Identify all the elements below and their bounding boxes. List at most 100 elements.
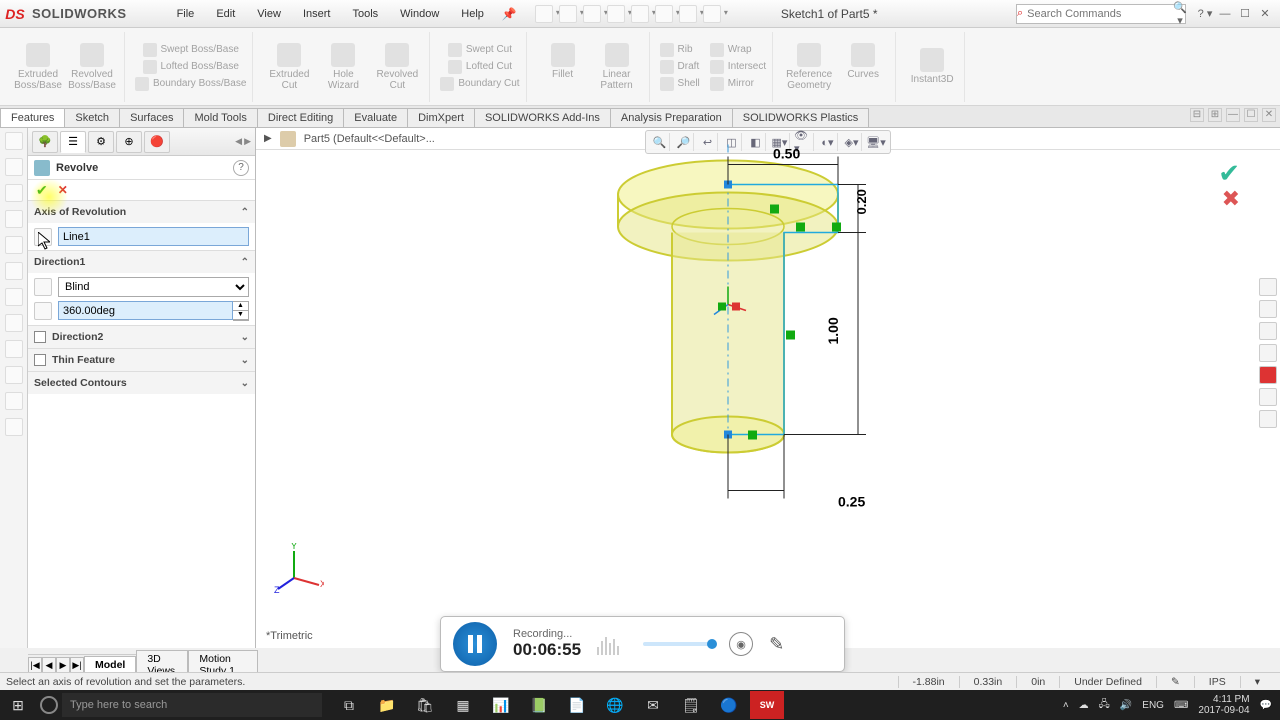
angle-spinner[interactable]: ▲▼: [233, 301, 249, 321]
tab-addins[interactable]: SOLIDWORKS Add-Ins: [474, 108, 611, 127]
angle-input[interactable]: [58, 301, 233, 320]
qa-undo-icon[interactable]: [631, 5, 649, 23]
tab-nav-prev-icon[interactable]: ◀: [42, 657, 56, 673]
tab-surfaces[interactable]: Surfaces: [119, 108, 184, 127]
taskpane-library-icon[interactable]: [1259, 322, 1277, 340]
revolved-boss-button[interactable]: RevolvedBoss/Base: [66, 43, 118, 91]
tab-dimxpert[interactable]: DimXpert: [407, 108, 475, 127]
tab-analysis[interactable]: Analysis Preparation: [610, 108, 733, 127]
taskbar-search[interactable]: Type here to search: [62, 693, 322, 717]
tab-direct-editing[interactable]: Direct Editing: [257, 108, 344, 127]
tab-nav-first-icon[interactable]: |◀: [28, 657, 42, 673]
cortana-icon[interactable]: [40, 696, 58, 714]
taskbar-solidworks-icon[interactable]: SW: [750, 691, 784, 719]
status-edit-icon[interactable]: ✎: [1156, 676, 1194, 688]
menu-file[interactable]: File: [167, 4, 205, 24]
tab-mold-tools[interactable]: Mold Tools: [183, 108, 257, 127]
tray-onedrive-icon[interactable]: ☁: [1079, 700, 1089, 711]
qa-new-icon[interactable]: [535, 5, 553, 23]
status-units[interactable]: IPS: [1194, 676, 1240, 688]
revolved-cut-button[interactable]: RevolvedCut: [371, 43, 423, 91]
taskbar-notes-icon[interactable]: 🗒: [674, 691, 708, 719]
breadcrumb[interactable]: Part5 (Default<<Default>...: [304, 133, 435, 145]
taskbar-mail-icon[interactable]: ✉: [636, 691, 670, 719]
taskpane-appearance-icon[interactable]: [1259, 366, 1277, 384]
qa-save-icon[interactable]: [583, 5, 601, 23]
pause-recording-button[interactable]: [453, 622, 497, 666]
tab-plastics[interactable]: SOLIDWORKS Plastics: [732, 108, 870, 127]
menu-tools[interactable]: Tools: [342, 4, 388, 24]
menu-view[interactable]: View: [247, 4, 291, 24]
tab-features[interactable]: Features: [0, 108, 65, 127]
left-tool-7[interactable]: [5, 288, 23, 306]
qa-print-icon[interactable]: [607, 5, 625, 23]
mic-volume-slider[interactable]: [643, 642, 713, 646]
left-tool-6[interactable]: [5, 262, 23, 280]
left-tool-5[interactable]: [5, 236, 23, 254]
boundary-boss-button[interactable]: Boundary Boss/Base: [135, 77, 246, 91]
taskpane-home-icon[interactable]: [1259, 278, 1277, 296]
left-tool-12[interactable]: [5, 418, 23, 436]
menu-help[interactable]: Help: [451, 4, 494, 24]
taskbar-store-icon[interactable]: 🛍: [408, 691, 442, 719]
reference-geometry-button[interactable]: ReferenceGeometry: [783, 43, 835, 91]
wrap-button[interactable]: Wrap: [710, 43, 766, 57]
minimize-icon[interactable]: —: [1216, 5, 1234, 23]
section-axis-header[interactable]: Axis of Revolution⌃: [28, 201, 255, 223]
reverse-direction-icon[interactable]: [34, 278, 52, 296]
section-direction1-header[interactable]: Direction1⌃: [28, 251, 255, 273]
tray-notifications-icon[interactable]: 💬: [1260, 700, 1272, 711]
qa-select-icon[interactable]: [655, 5, 673, 23]
tray-clock[interactable]: 4:11 PM2017-09-04: [1198, 694, 1249, 716]
taskbar-app3-icon[interactable]: 📗: [522, 691, 556, 719]
section-contours-header[interactable]: Selected Contours⌄: [28, 372, 255, 394]
shell-button[interactable]: Shell: [660, 77, 700, 91]
qa-rebuild-icon[interactable]: [679, 5, 697, 23]
left-tool-1[interactable]: [5, 132, 23, 150]
view-triad[interactable]: Y X Z: [274, 543, 324, 596]
left-tool-10[interactable]: [5, 366, 23, 384]
linear-pattern-button[interactable]: LinearPattern: [591, 43, 643, 91]
help-dropdown-icon[interactable]: ? ▾: [1196, 5, 1214, 23]
viewport-ok-icon[interactable]: ✔: [1218, 158, 1240, 189]
extruded-cut-button[interactable]: ExtrudedCut: [263, 43, 315, 91]
swept-boss-button[interactable]: Swept Boss/Base: [143, 43, 239, 57]
mirror-button[interactable]: Mirror: [710, 77, 766, 91]
pin-icon[interactable]: 📌: [502, 7, 517, 21]
qa-open-icon[interactable]: [559, 5, 577, 23]
taskbar-app1-icon[interactable]: ▦: [446, 691, 480, 719]
left-tool-3[interactable]: [5, 184, 23, 202]
thin-feature-checkbox[interactable]: [34, 354, 46, 366]
fillet-button[interactable]: Fillet: [537, 43, 589, 91]
menu-window[interactable]: Window: [390, 4, 449, 24]
section-direction2-header[interactable]: Direction2 ⌄: [28, 326, 255, 348]
boundary-cut-button[interactable]: Boundary Cut: [440, 77, 519, 91]
flyout-tree-toggle[interactable]: ▶: [264, 133, 272, 144]
tab-model[interactable]: Model: [84, 656, 136, 674]
dim-radius[interactable]: 0.25: [838, 494, 865, 510]
tray-language[interactable]: ENG: [1142, 700, 1164, 711]
left-tool-8[interactable]: [5, 314, 23, 332]
rib-button[interactable]: Rib: [660, 43, 700, 57]
hole-wizard-button[interactable]: HoleWizard: [317, 43, 369, 91]
taskpane-property-icon[interactable]: [1259, 388, 1277, 406]
taskbar-edge-icon[interactable]: 🌐: [598, 691, 632, 719]
viewport-cancel-icon[interactable]: ✖: [1222, 186, 1240, 212]
lofted-cut-button[interactable]: Lofted Cut: [448, 60, 512, 74]
instant3d-button[interactable]: Instant3D: [906, 48, 958, 85]
dim-flange[interactable]: 0.20: [854, 190, 869, 215]
menu-insert[interactable]: Insert: [293, 4, 341, 24]
pm-nav-right-icon[interactable]: ▶: [244, 136, 251, 147]
doc-minimize-icon[interactable]: —: [1226, 108, 1240, 122]
qa-options-icon[interactable]: [703, 5, 721, 23]
taskpane-forum-icon[interactable]: [1259, 410, 1277, 428]
graphics-viewport[interactable]: ▶ Part5 (Default<<Default>... 🔍 🔎 ↩ ◫ ◧ …: [256, 128, 1280, 648]
tab-sketch[interactable]: Sketch: [64, 108, 120, 127]
tray-network-icon[interactable]: 🖧: [1099, 697, 1110, 714]
screen-recorder-bar[interactable]: Recording... 00:06:55 ◉ ✎: [440, 616, 845, 672]
direction2-checkbox[interactable]: [34, 331, 46, 343]
tray-keyboard-icon[interactable]: ⌨: [1174, 700, 1188, 711]
pm-nav-left-icon[interactable]: ◀: [235, 136, 242, 147]
taskpane-resources-icon[interactable]: [1259, 300, 1277, 318]
annotate-icon[interactable]: ✎: [769, 634, 784, 655]
